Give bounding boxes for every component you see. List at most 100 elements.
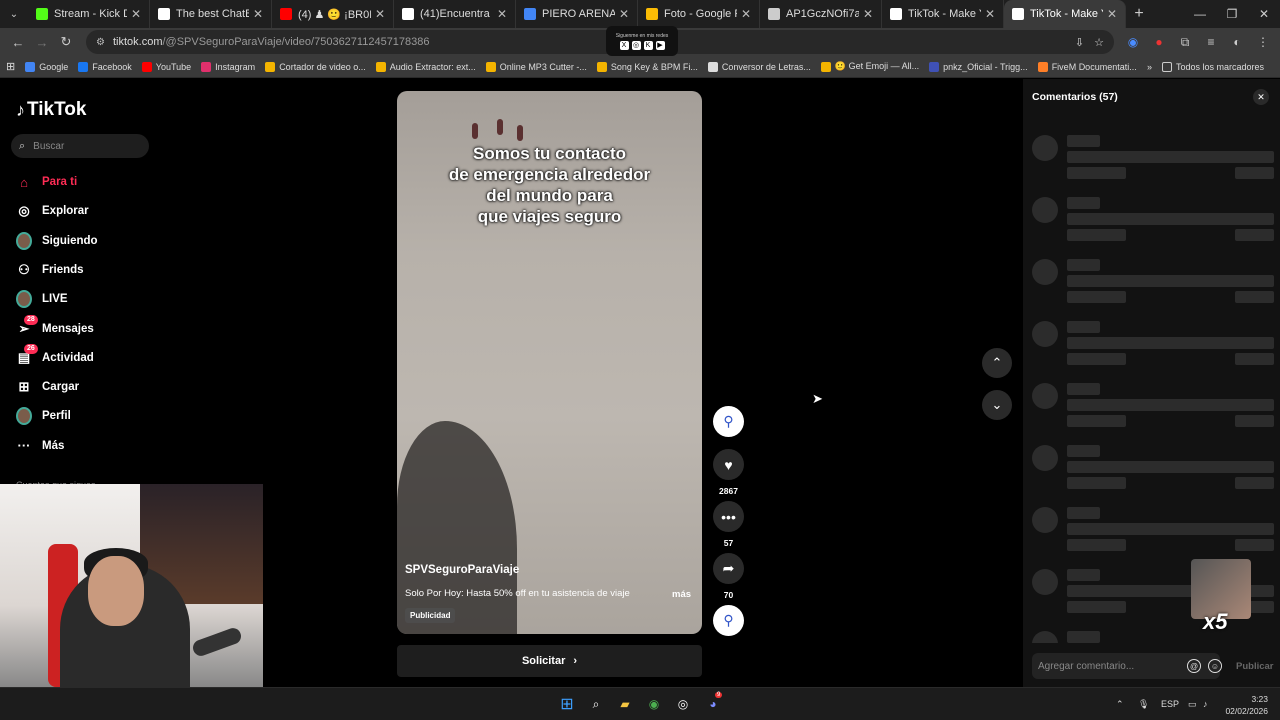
tab[interactable]: (4) ♟ 🙂 ¡BR0NC4S ✕ <box>272 0 394 28</box>
apps-icon[interactable]: ⊞ <box>6 60 15 73</box>
tab[interactable]: Foto - Google Fotos ✕ <box>638 0 760 28</box>
new-tab-button[interactable]: + <box>1126 5 1152 23</box>
file-explorer-icon[interactable]: ▰ <box>616 695 634 713</box>
tab-title: Foto - Google Fotos <box>664 8 737 20</box>
tab[interactable]: Stream - Kick Dashbo ✕ <box>28 0 150 28</box>
tab-close-icon[interactable]: ✕ <box>619 7 629 21</box>
app-icon[interactable]: ◎ <box>674 695 692 713</box>
more-bookmarks-icon[interactable]: » <box>1147 62 1152 72</box>
tab-close-icon[interactable]: ✕ <box>1107 7 1117 21</box>
publish-button[interactable]: Publicar <box>1236 661 1274 672</box>
bookmark-item[interactable]: Cortador de video o... <box>265 61 366 72</box>
bookmark-item[interactable]: Facebook <box>78 61 132 72</box>
extension-red-icon[interactable]: ● <box>1148 35 1170 49</box>
taskbar-clock[interactable]: 3:23 02/02/2026 <box>1222 693 1268 717</box>
nav-item-explorar[interactable]: ◎ Explorar <box>16 200 156 222</box>
nav-item-actividad[interactable]: ▤ 26 Actividad <box>16 343 156 369</box>
more-link[interactable]: más <box>672 589 691 600</box>
tab-close-icon[interactable]: ✕ <box>985 7 995 21</box>
install-app-icon[interactable]: ⇩ <box>1075 36 1084 49</box>
search-input[interactable]: ⌕ Buscar <box>11 134 149 158</box>
date: 02/02/2026 <box>1225 706 1268 716</box>
tray-overflow-icon[interactable]: ⌃ <box>1116 699 1124 710</box>
address-bar[interactable]: ⚙ tiktok.com/@SPVSeguroParaViaje/video/7… <box>86 26 1114 56</box>
comment-skeleton <box>1023 259 1280 309</box>
back-icon[interactable]: ← <box>6 30 30 54</box>
tab[interactable]: TikTok - Make Yo ✕ <box>1004 0 1126 28</box>
nav-item-para-ti[interactable]: ⌂ Para ti <box>16 171 156 193</box>
microphone-icon[interactable]: 🎙 <box>1138 699 1149 710</box>
network-icon[interactable]: ▭ <box>1188 699 1197 710</box>
music-disc-button[interactable]: ⚲ <box>713 605 744 636</box>
forward-icon[interactable]: → <box>30 30 54 54</box>
advertiser-avatar[interactable]: ⚲ <box>713 406 744 437</box>
kebab-menu-icon[interactable]: ⋮ <box>1252 35 1274 49</box>
next-video-button[interactable]: ⌄ <box>982 390 1012 420</box>
nav-item-friends[interactable]: ⚇ Friends <box>16 259 156 281</box>
close-window-icon[interactable]: ✕ <box>1248 7 1280 21</box>
tab-close-icon[interactable]: ✕ <box>253 7 263 21</box>
tab-close-icon[interactable]: ✕ <box>741 7 751 21</box>
reload-icon[interactable]: ↻ <box>54 30 78 54</box>
nav-item-cargar[interactable]: ⊞ Cargar <box>16 376 156 398</box>
skeleton-line <box>1067 321 1100 333</box>
all-bookmarks-folder[interactable]: Todos los marcadores <box>1161 61 1264 72</box>
cta-button[interactable]: Solicitar › <box>397 645 702 677</box>
nav-item-mensajes[interactable]: ➢ 28 Mensajes <box>16 314 156 340</box>
previous-video-button[interactable]: ⌃ <box>982 348 1012 378</box>
bookmark-item[interactable]: Song Key & BPM Fi... <box>596 61 698 72</box>
chrome-icon[interactable]: ◉ <box>645 695 663 713</box>
restore-icon[interactable]: ❐ <box>1216 7 1248 21</box>
emoji-icon[interactable]: ☺ <box>1208 659 1222 673</box>
tab-search-button[interactable]: ⌄ <box>0 0 28 28</box>
close-comments-button[interactable]: ✕ <box>1253 89 1269 105</box>
nav-item-perfil[interactable]: Perfil <box>16 405 156 427</box>
tab-close-icon[interactable]: ✕ <box>497 7 507 21</box>
comment-skeleton <box>1023 507 1280 557</box>
nav-item-más[interactable]: ··· Más <box>16 435 156 457</box>
skeleton-line <box>1235 167 1274 179</box>
extension-icon[interactable]: ◉ <box>1122 35 1144 49</box>
tab-close-icon[interactable]: ✕ <box>863 7 873 21</box>
tab[interactable]: The best ChatBot and ✕ <box>150 0 272 28</box>
bookmark-item[interactable]: YouTube <box>141 61 191 72</box>
search-taskbar-icon[interactable]: ⌕ <box>587 695 605 713</box>
tab[interactable]: AP1GczNOfi7a15uW ✕ <box>760 0 882 28</box>
extensions-puzzle-icon[interactable]: ⧉ <box>1174 35 1196 50</box>
site-info-icon[interactable]: ⚙ <box>96 37 105 48</box>
media-control-icon[interactable]: ≡ <box>1200 35 1222 49</box>
start-icon[interactable]: ⊞ <box>558 695 576 713</box>
minimize-icon[interactable]: — <box>1184 7 1216 21</box>
video-author[interactable]: SPVSeguroParaViaje <box>405 564 519 576</box>
bookmark-star-icon[interactable]: ☆ <box>1094 36 1104 49</box>
browser-toolbar: ← → ↻ ⚙ tiktok.com/@SPVSeguroParaViaje/v… <box>0 26 1280 56</box>
bookmark-item[interactable]: FiveM Documentati... <box>1037 61 1137 72</box>
language-indicator[interactable]: ESP <box>1161 699 1179 709</box>
share-button[interactable]: ➦ 70 <box>713 553 744 600</box>
mention-icon[interactable]: @ <box>1187 659 1201 673</box>
tab-strip: ⌄ Stream - Kick Dashbo✕The best ChatBot … <box>0 0 1280 28</box>
video-player[interactable]: Somos tu contacto de emergencia alrededo… <box>397 91 702 634</box>
bookmark-label: Cortador de video o... <box>279 61 366 72</box>
tab[interactable]: PIERO ARENAS - Bus ✕ <box>516 0 638 28</box>
tiktok-logo[interactable]: ♪ TikTok <box>16 99 86 121</box>
nav-item-live[interactable]: LIVE <box>16 288 156 310</box>
like-button[interactable]: ♥ 2867 <box>713 449 744 496</box>
volume-icon[interactable]: ♪ <box>1203 699 1208 709</box>
comment-button[interactable]: ••• 57 <box>713 501 744 548</box>
bookmark-item[interactable]: Audio Extractor: ext... <box>375 61 476 72</box>
video-caption: Somos tu contacto de emergencia alrededo… <box>397 143 702 227</box>
tab-close-icon[interactable]: ✕ <box>131 7 141 21</box>
bookmark-item[interactable]: 🙂 Get Emoji — All... <box>820 61 919 72</box>
tab-close-icon[interactable]: ✕ <box>375 7 385 21</box>
tab[interactable]: (41)Encuentra 'OJERA ✕ <box>394 0 516 28</box>
discord-icon[interactable]: ◕ 9 <box>704 692 723 713</box>
bookmark-item[interactable]: Google <box>25 61 68 72</box>
bookmark-item[interactable]: Conversor de Letras... <box>707 61 811 72</box>
tab[interactable]: TikTok - Make Your D ✕ <box>882 0 1004 28</box>
profile-avatar[interactable]: ◐ <box>1226 35 1248 49</box>
bookmark-item[interactable]: Instagram <box>201 61 255 72</box>
bookmark-item[interactable]: Online MP3 Cutter -... <box>485 61 587 72</box>
bookmark-item[interactable]: pnkz_Oficial - Trigg... <box>929 61 1028 72</box>
nav-item-siguiendo[interactable]: Siguiendo <box>16 230 156 252</box>
